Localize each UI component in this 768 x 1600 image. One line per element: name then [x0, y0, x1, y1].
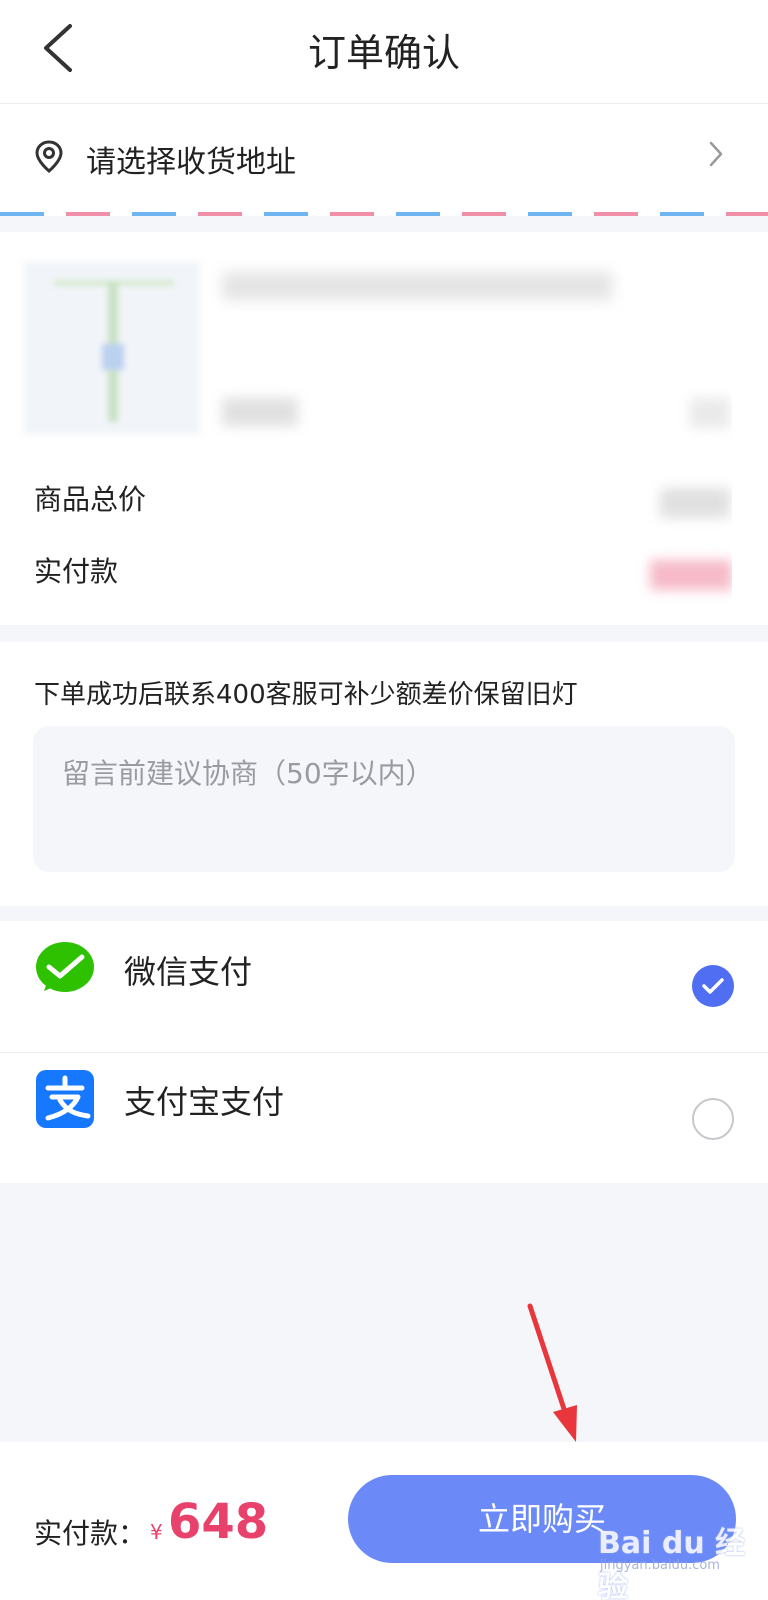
envelope-stripe-divider [0, 212, 768, 216]
baidu-jingyan-watermark: Bai du 经验 jingyan.baidu.com [580, 1518, 750, 1600]
alipay-label: 支付宝支付 [124, 1083, 285, 1121]
product-thumbnail-blurred [24, 262, 200, 434]
chevron-right-icon [709, 141, 723, 167]
order-note: 下单成功后联系400客服可补少额差价保留旧灯 [34, 680, 578, 710]
message-input[interactable] [33, 726, 735, 872]
page-title: 订单确认 [307, 31, 460, 75]
goods-total-value-redacted [660, 488, 730, 518]
total-amount: 648 [168, 1494, 269, 1550]
message-placeholder: 留言前建议协商（50字以内） [62, 757, 434, 790]
alipay-radio[interactable] [692, 1098, 734, 1140]
wechat-pay-icon [36, 942, 94, 992]
goods-total-label: 商品总价 [34, 483, 147, 516]
address-prompt: 请选择收货地址 [86, 145, 296, 180]
payment-divider [0, 1052, 768, 1053]
actual-pay-value-redacted [650, 560, 732, 590]
watermark-url: jingyan.baidu.com [600, 1558, 720, 1573]
checkmark-icon [702, 978, 724, 994]
currency-symbol: ¥ [150, 1520, 163, 1544]
card-edge [732, 232, 768, 625]
top-bar: 订单确认 [0, 0, 768, 104]
alipay-icon [36, 1070, 94, 1128]
wechat-pay-radio[interactable] [692, 965, 734, 1007]
footer-pay-label: 实付款： [34, 1517, 147, 1550]
actual-pay-label: 实付款 [34, 555, 119, 588]
location-pin-icon [35, 140, 63, 173]
product-qty-redacted [690, 398, 730, 428]
wechat-pay-label: 微信支付 [124, 953, 253, 991]
product-name-redacted [222, 272, 612, 300]
product-spec-redacted [222, 398, 298, 426]
